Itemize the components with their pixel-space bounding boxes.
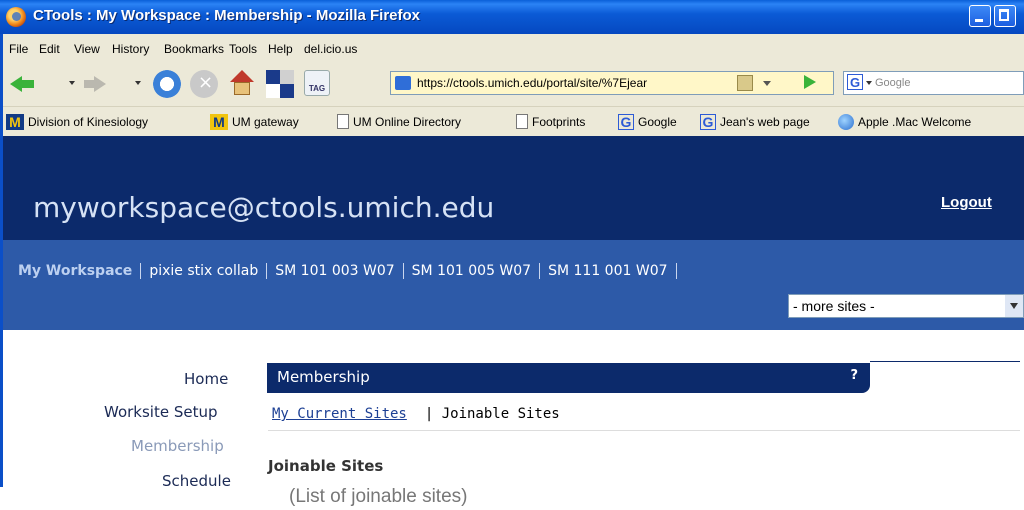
address-bar[interactable]: https://ctools.umich.edu/portal/site/%7E… [390,71,834,95]
tab-sm-111-001[interactable]: SM 111 001 W07 [540,263,677,279]
bookmark-item[interactable]: G Jean's web page [700,107,810,136]
tool-subnav: My Current Sites | Joinable Sites [272,406,560,422]
bookmark-label: Division of Kinesiology [28,114,149,129]
bookmark-label: UM Online Directory [353,114,462,129]
tool-header-rule [870,361,1020,362]
window-border [0,34,3,487]
leftnav-membership[interactable]: Membership [131,437,224,455]
google-icon: G [618,113,634,130]
menu-history[interactable]: History [112,42,149,56]
url-dropdown-icon[interactable] [763,81,771,86]
menu-edit[interactable]: Edit [39,42,60,56]
my-current-sites-link[interactable]: My Current Sites [272,406,407,422]
bookmark-label: UM gateway [232,114,299,129]
firefox-logo-icon [6,7,26,27]
bookmark-label: Footprints [532,114,586,129]
forward-history-dropdown-icon[interactable] [135,81,141,85]
stop-icon[interactable] [190,70,218,98]
page-icon [516,114,528,129]
m-logo-icon: M [210,113,228,130]
search-input[interactable]: G Google [843,71,1024,95]
m-logo-icon: M [6,113,24,130]
delicious-logo-icon[interactable] [266,70,294,98]
subnav-divider [268,430,1020,431]
menu-tools[interactable]: Tools [229,42,257,56]
browser-window: CTools : My Workspace : Membership - Moz… [0,0,1024,487]
logout-link[interactable]: Logout [941,194,992,211]
title-bar: CTools : My Workspace : Membership - Moz… [0,0,1024,34]
home-icon[interactable] [228,70,256,98]
menu-file[interactable]: File [9,42,28,56]
go-arrow-icon[interactable] [804,75,816,89]
bookmark-item[interactable]: Footprints [516,107,585,136]
leftnav-schedule[interactable]: Schedule [162,472,231,487]
section-title: Joinable Sites [268,457,384,475]
back-arrow-icon[interactable] [10,70,38,98]
more-sites-value: - more sites - [793,298,875,314]
site-favicon-icon [395,76,411,90]
site-title: myworkspace@ctools.umich.edu [33,191,495,224]
tag-label: TAG [304,70,330,96]
bookmark-item[interactable]: Apple .Mac Welcome [838,107,971,136]
back-history-dropdown-icon[interactable] [69,81,75,85]
window-title: CTools : My Workspace : Membership - Moz… [33,7,421,24]
navigation-toolbar: TAG https://ctools.umich.edu/portal/site… [0,63,1024,107]
menu-bar: File Edit View History Bookmarks Tools H… [0,34,1024,64]
site-banner-top [0,136,1024,176]
bookmark-label: Jean's web page [720,114,810,129]
bookmark-label: Google [638,114,677,129]
tool-title: Membership [277,368,370,386]
tab-pixie-stix-collab[interactable]: pixie stix collab [141,263,268,279]
google-icon[interactable]: G [847,74,863,90]
maximize-button[interactable] [994,5,1016,27]
menu-help[interactable]: Help [268,42,293,56]
bookmark-item[interactable]: M Division of Kinesiology [6,107,148,136]
bookmark-item[interactable]: M UM gateway [210,107,299,136]
chevron-down-icon[interactable] [1005,295,1023,317]
joinable-sites-label: | Joinable Sites [424,406,560,422]
search-engine-dropdown-icon[interactable] [866,81,872,85]
leftnav-worksite-setup[interactable]: Worksite Setup [104,403,218,421]
search-placeholder: Google [875,77,911,89]
menu-bookmarks[interactable]: Bookmarks [164,42,224,56]
site-tabs: My Workspace pixie stix collab SM 101 00… [10,260,677,282]
google-icon: G [700,113,716,130]
forward-arrow-icon[interactable] [80,70,108,98]
reload-icon[interactable] [153,70,181,98]
page-icon [337,114,349,129]
leftnav-home[interactable]: Home [184,370,228,388]
help-icon[interactable]: ? [850,368,858,383]
bookmark-label: Apple .Mac Welcome [858,114,972,129]
tag-icon[interactable]: TAG [304,70,332,98]
caption: (List of joinable sites) [289,486,468,507]
menu-view[interactable]: View [74,42,100,56]
bookmark-item[interactable]: UM Online Directory [337,107,461,136]
tab-sm-101-003[interactable]: SM 101 003 W07 [267,263,404,279]
tool-header: Membership ? [267,363,870,393]
tab-sm-101-005[interactable]: SM 101 005 W07 [404,263,541,279]
bookmarks-toolbar: M Division of Kinesiology M UM gateway U… [0,107,1024,137]
globe-icon [838,113,854,130]
tab-my-workspace[interactable]: My Workspace [10,263,142,279]
url-text[interactable]: https://ctools.umich.edu/portal/site/%7E… [417,76,647,90]
minimize-button[interactable] [969,5,991,27]
menu-delicious[interactable]: del.icio.us [304,42,357,56]
more-sites-select[interactable]: - more sites - [788,294,1024,318]
lock-icon[interactable] [737,75,753,91]
bookmark-item[interactable]: G Google [618,107,677,136]
